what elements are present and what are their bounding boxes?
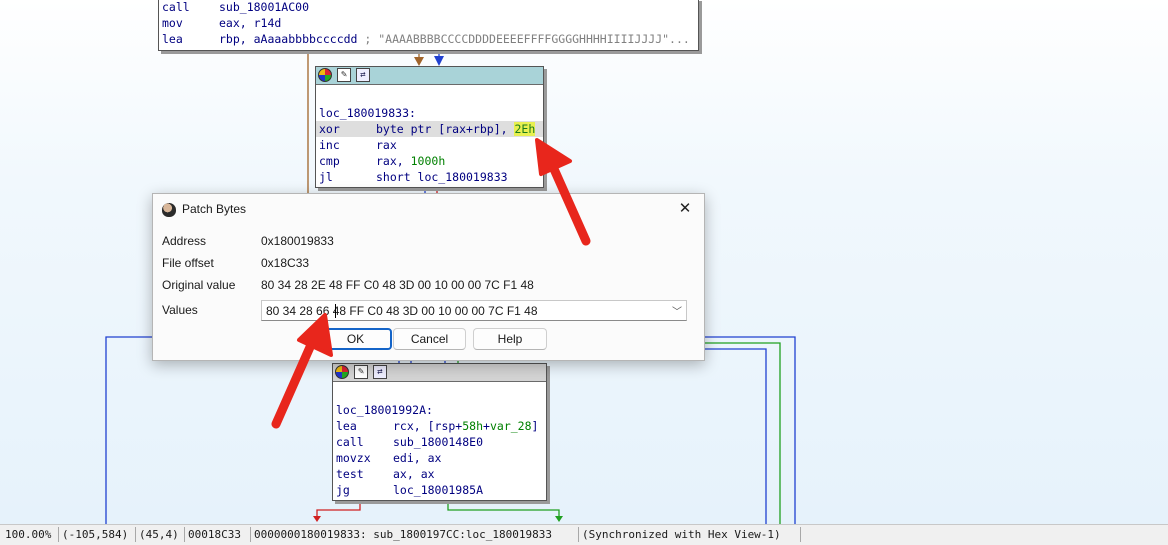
asm-line-selected[interactable]: xor byte ptr [rax+rbp], 2Eh xyxy=(316,121,543,137)
address-value: 0x180019833 xyxy=(261,234,334,248)
asm-line[interactable]: call sub_1800148E0 xyxy=(333,434,546,450)
mnemonic: call xyxy=(162,0,190,14)
asm-line[interactable]: call sub_18001AC00 xyxy=(159,0,698,15)
edit-icon[interactable]: ✎ xyxy=(354,365,368,379)
asm-line[interactable]: jg loc_18001985A xyxy=(333,482,546,498)
dialog-title: Patch Bytes xyxy=(182,202,247,216)
asm-line[interactable]: lea rcx, [rsp+58h+var_28] xyxy=(333,418,546,434)
disasm-block-lower[interactable]: ✎ ⇄ loc_18001992A: lea rcx, [rsp+58h+var_… xyxy=(332,363,547,501)
edit-icon[interactable]: ✎ xyxy=(337,68,351,82)
mnemonic: cmp xyxy=(319,154,340,168)
disasm-block-loop[interactable]: ✎ ⇄ loc_180019833: xor byte ptr [rax+rbp]… xyxy=(315,66,544,188)
close-icon[interactable]: ✕ xyxy=(674,198,696,220)
operand: edi, ax xyxy=(393,451,442,465)
operand: rbp, aAaaabbbbccccdd xyxy=(219,32,358,46)
asm-line[interactable]: movzx edi, ax xyxy=(333,450,546,466)
graph-position: (-105,584) xyxy=(62,528,129,541)
status-bar: 100.00% (-105,584) (45,4) 00018C33 00000… xyxy=(0,524,1168,545)
sync-status: (Synchronized with Hex View-1) xyxy=(582,528,781,541)
block-label[interactable]: loc_180019833: xyxy=(316,105,543,121)
mnemonic: call xyxy=(336,435,364,449)
address-label: Address xyxy=(162,234,207,248)
zoom-level: 100.00% xyxy=(5,528,52,541)
file-offset-status: 00018C33 xyxy=(188,528,241,541)
values-input-text[interactable]: 80 34 28 66 48 FF C0 48 3D 00 10 00 00 7… xyxy=(266,304,538,318)
mnemonic: jg xyxy=(336,483,350,497)
mnemonic: mov xyxy=(162,16,183,30)
block-header: ✎ ⇄ xyxy=(316,67,543,85)
operand: rax xyxy=(376,138,397,152)
asm-line[interactable]: cmp rax, 1000h xyxy=(316,153,543,169)
values-label: Values xyxy=(162,303,198,317)
asm-line[interactable]: lea rbp, aAaaabbbbccccdd ; "AAAABBBBCCCCD… xyxy=(159,31,698,47)
operand: ax, ax xyxy=(393,467,435,481)
separator xyxy=(578,527,579,542)
operand: rcx, [rsp+ xyxy=(393,419,463,433)
cursor-position: (45,4) xyxy=(139,528,179,541)
operand: loc_18001985A xyxy=(393,483,484,497)
immediate-value-highlighted[interactable]: 2Eh xyxy=(514,122,536,136)
separator xyxy=(250,527,251,542)
asm-line[interactable]: jl short loc_180019833 xyxy=(316,169,543,185)
ok-button[interactable]: OK xyxy=(319,328,392,350)
mnemonic: lea xyxy=(336,419,357,433)
operand: eax, r14d xyxy=(219,16,282,30)
mnemonic: inc xyxy=(319,138,340,152)
current-location: 0000000180019833: sub_1800197CC:loc_1800… xyxy=(254,528,553,541)
disasm-block-top[interactable]: call sub_18001AC00 mov eax, r14d lea rbp, a… xyxy=(158,0,699,51)
immediate-value: 58h xyxy=(462,419,484,433)
graph-icon[interactable]: ⇄ xyxy=(356,68,370,82)
color-icon[interactable] xyxy=(318,68,332,82)
file-offset-value: 0x18C33 xyxy=(261,256,310,270)
mnemonic: lea xyxy=(162,32,183,46)
mnemonic: xor xyxy=(319,122,340,136)
mnemonic: jl xyxy=(319,170,333,184)
operand: short loc_180019833 xyxy=(376,170,508,184)
operand: rax, xyxy=(376,154,411,168)
asm-line[interactable]: test ax, ax xyxy=(333,466,546,482)
separator xyxy=(58,527,59,542)
separator xyxy=(184,527,185,542)
patch-bytes-dialog[interactable]: Patch Bytes ✕ Address 0x180019833 File o… xyxy=(152,193,705,361)
block-header: ✎ ⇄ xyxy=(333,364,546,382)
stack-var: var_28 xyxy=(489,419,532,433)
immediate-value: 1000h xyxy=(410,154,446,168)
operand: sub_1800148E0 xyxy=(393,435,484,449)
original-value-label: Original value xyxy=(162,278,236,292)
operand: ] xyxy=(531,419,539,433)
original-value: 80 34 28 2E 48 FF C0 48 3D 00 10 00 00 7… xyxy=(261,278,534,292)
operand: byte ptr [rax+rbp], xyxy=(376,122,515,136)
separator xyxy=(800,527,801,542)
file-offset-label: File offset xyxy=(162,256,214,270)
color-icon[interactable] xyxy=(335,365,349,379)
mnemonic: test xyxy=(336,467,364,481)
operand: + xyxy=(483,419,490,433)
asm-line[interactable]: inc rax xyxy=(316,137,543,153)
separator xyxy=(135,527,136,542)
block-label[interactable]: loc_18001992A: xyxy=(333,402,546,418)
graph-icon[interactable]: ⇄ xyxy=(373,365,387,379)
chevron-down-icon[interactable]: ﹀ xyxy=(672,303,682,318)
mnemonic: movzx xyxy=(336,451,371,465)
operand: sub_18001AC00 xyxy=(219,0,310,14)
help-button[interactable]: Help xyxy=(473,328,547,350)
string-comment: ; "AAAABBBBCCCCDDDDEEEEFFFFGGGGHHHHIIIIJ… xyxy=(357,32,690,46)
ida-icon xyxy=(162,203,176,217)
asm-line[interactable]: mov eax, r14d xyxy=(159,15,698,31)
values-input[interactable]: 80 34 28 66 48 FF C0 48 3D 00 10 00 00 7… xyxy=(261,300,687,321)
cancel-button[interactable]: Cancel xyxy=(393,328,466,350)
text-caret xyxy=(335,304,336,318)
